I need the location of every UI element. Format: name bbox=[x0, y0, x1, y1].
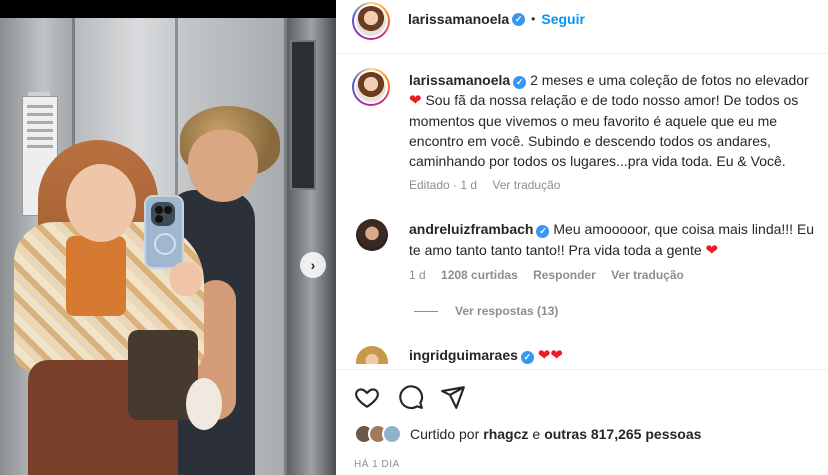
caption-author-avatar[interactable] bbox=[352, 68, 390, 106]
caption: larissamanoela ✓ 2 meses e uma coleção de… bbox=[409, 70, 825, 171]
red-heart-emoji: ❤❤ bbox=[537, 347, 563, 364]
liked-by-conjunction: e bbox=[532, 426, 541, 442]
caption-text-rest: Sou fã da nossa relação e de todo nosso … bbox=[409, 92, 799, 169]
photo-top-bar bbox=[0, 0, 336, 18]
post-actions-bar bbox=[336, 369, 828, 475]
woman-face bbox=[66, 164, 136, 242]
phone-magsafe-ring bbox=[154, 233, 176, 255]
caption-meta: Editado · 1 d Ver tradução bbox=[409, 178, 572, 192]
liker-avatar[interactable] bbox=[382, 424, 402, 444]
elevator-panel bbox=[290, 40, 316, 190]
liked-by-others[interactable]: outras 817,265 pessoas bbox=[544, 426, 701, 442]
verified-badge-icon: ✓ bbox=[513, 76, 527, 89]
chevron-right-icon: › bbox=[310, 257, 316, 273]
caption-text-first: 2 meses e uma coleção de fotos no elevad… bbox=[530, 72, 809, 88]
verified-badge-icon: ✓ bbox=[520, 351, 534, 364]
comment-meta: 1 d 1208 curtidas Responder Ver tradução bbox=[409, 268, 696, 282]
comment-see-translation[interactable]: Ver tradução bbox=[611, 268, 684, 282]
verified-badge-icon: ✓ bbox=[512, 12, 526, 26]
header-author-row: larissamanoela ✓ • Seguir bbox=[408, 11, 585, 27]
caption-edited-age: Editado · 1 d bbox=[409, 178, 478, 192]
share-send-icon[interactable] bbox=[440, 384, 466, 410]
liked-by-username[interactable]: rhagcz bbox=[483, 426, 528, 442]
man-face bbox=[188, 130, 258, 202]
smartphone bbox=[144, 195, 184, 269]
separator-dot: • bbox=[531, 12, 536, 26]
author-username[interactable]: larissamanoela bbox=[408, 11, 509, 27]
verified-badge-icon: ✓ bbox=[536, 225, 550, 238]
like-heart-icon[interactable] bbox=[354, 384, 380, 410]
follow-button[interactable]: Seguir bbox=[541, 11, 585, 27]
next-photo-button[interactable]: › bbox=[300, 252, 326, 278]
post-timestamp[interactable]: HÁ 1 DIA bbox=[354, 459, 400, 470]
comment-age: 1 d bbox=[409, 268, 426, 282]
post-photo[interactable]: › bbox=[0, 0, 336, 475]
comment-bubble-icon[interactable] bbox=[398, 384, 424, 410]
fur-keychain bbox=[186, 378, 222, 430]
replies-divider bbox=[414, 311, 438, 312]
caption-see-translation[interactable]: Ver tradução bbox=[492, 178, 560, 192]
commenter-username[interactable]: ingridguimaraes bbox=[409, 347, 518, 363]
liked-by-row: Curtido por rhagcz e outras 817,265 pess… bbox=[354, 424, 701, 444]
commenter-avatar[interactable] bbox=[356, 346, 388, 364]
red-heart-emoji: ❤ bbox=[409, 92, 422, 109]
red-heart-emoji: ❤ bbox=[705, 242, 719, 259]
author-avatar[interactable] bbox=[352, 2, 390, 40]
liked-by-prefix: Curtido por bbox=[410, 426, 480, 442]
post-details-pane: larissamanoela ✓ • Seguir larissamanoela… bbox=[336, 0, 828, 475]
woman-turtleneck bbox=[66, 236, 126, 316]
comment-partial: ingridguimaraes ✓ ❤❤ bbox=[409, 346, 563, 364]
caption-author-username[interactable]: larissamanoela bbox=[409, 72, 510, 88]
comment: andreluizframbach ✓ Meu amooooor, que coi… bbox=[409, 219, 825, 261]
hand bbox=[170, 262, 202, 296]
post-header: larissamanoela ✓ • Seguir bbox=[336, 0, 828, 54]
phone-camera bbox=[151, 202, 175, 226]
commenter-avatar[interactable] bbox=[356, 219, 388, 251]
reply-button[interactable]: Responder bbox=[533, 268, 596, 282]
view-replies-button[interactable]: Ver respostas (13) bbox=[455, 304, 558, 318]
comment-likes-count[interactable]: 1208 curtidas bbox=[441, 268, 518, 282]
commenter-username[interactable]: andreluizframbach bbox=[409, 221, 533, 237]
